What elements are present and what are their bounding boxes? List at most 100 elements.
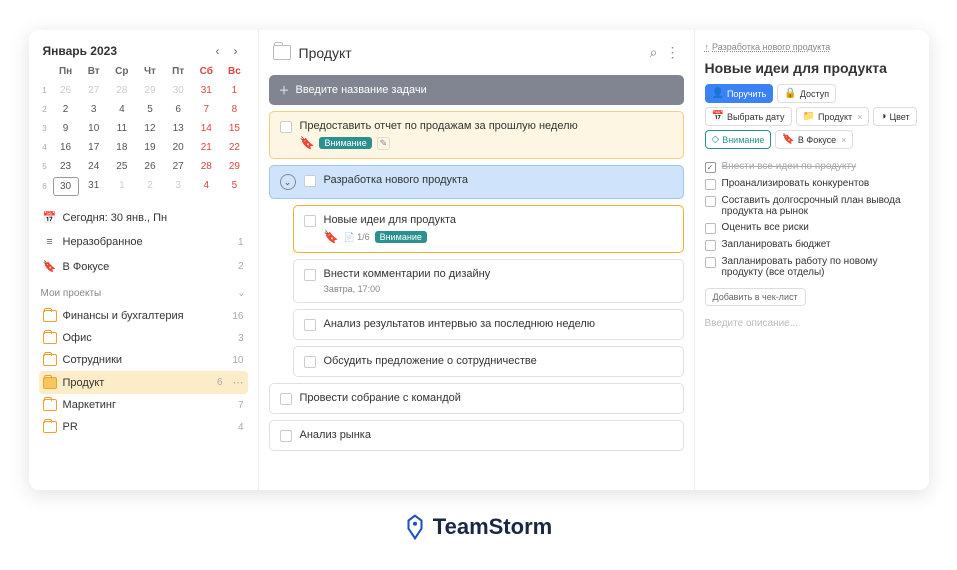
cal-day[interactable]: 31 — [193, 82, 219, 99]
action-button[interactable]: 📅 Выбрать дату — [705, 107, 792, 126]
cal-day[interactable]: 29 — [221, 158, 247, 175]
checklist-item[interactable]: Запланировать работу по новому продукту … — [705, 256, 919, 278]
checkbox[interactable] — [705, 240, 716, 251]
cal-day[interactable]: 28 — [193, 158, 219, 175]
expand-button[interactable]: ⌄ — [280, 174, 296, 190]
cal-day[interactable]: 29 — [137, 82, 163, 99]
cal-day[interactable]: 21 — [193, 139, 219, 156]
checkbox[interactable] — [705, 179, 716, 190]
side-link[interactable]: 📅 Сегодня: 30 янв., Пн — [41, 208, 246, 227]
cal-day[interactable]: 28 — [109, 82, 135, 99]
action-button[interactable]: 🔒 Доступ — [777, 84, 836, 103]
cal-day[interactable]: 26 — [53, 82, 79, 99]
checkbox[interactable] — [705, 257, 716, 268]
task-checkbox[interactable] — [280, 393, 292, 405]
task-card[interactable]: ⌄ Разработка нового продукта — [269, 165, 684, 199]
task-checkbox[interactable] — [304, 269, 316, 281]
search-icon[interactable]: ⌕ — [650, 44, 658, 61]
cal-day[interactable]: 3 — [165, 177, 191, 196]
project-item[interactable]: Офис 3 — [39, 327, 248, 349]
task-card[interactable]: Обсудить предложение о сотрудничестве — [293, 346, 684, 377]
task-card[interactable]: Анализ рынка — [269, 420, 684, 451]
cal-day[interactable]: 4 — [193, 177, 219, 196]
cal-day[interactable]: 27 — [165, 158, 191, 175]
action-button[interactable]: 👤 Поручить — [705, 84, 774, 103]
task-checkbox[interactable] — [280, 121, 292, 133]
cal-day[interactable]: 19 — [137, 139, 163, 156]
cal-day[interactable]: 16 — [53, 139, 79, 156]
project-item[interactable]: PR 4 — [39, 416, 248, 438]
cal-day[interactable]: 25 — [109, 158, 135, 175]
checklist-item[interactable]: ✓ Внести все идеи по продукту — [705, 161, 919, 173]
task-checkbox[interactable] — [304, 319, 316, 331]
cal-day[interactable]: 7 — [193, 101, 219, 118]
cal-day[interactable]: 20 — [165, 139, 191, 156]
cal-day[interactable]: 22 — [221, 139, 247, 156]
cal-prev[interactable]: ‹ — [210, 44, 226, 58]
cal-day[interactable]: 11 — [109, 120, 135, 137]
cal-day[interactable]: 1 — [109, 177, 135, 196]
cal-day[interactable]: 1 — [221, 82, 247, 99]
new-task-input[interactable]: ＋ Введите название задачи — [269, 75, 684, 105]
task-card[interactable]: Предоставить отчет по продажам за прошлу… — [269, 111, 684, 159]
action-button[interactable]: ◑ Цвет — [873, 107, 916, 126]
cal-day[interactable]: 5 — [221, 177, 247, 196]
action-button[interactable]: 📁 Продукт × — [796, 107, 870, 126]
cal-day[interactable]: 6 — [165, 101, 191, 118]
cal-day[interactable]: 24 — [81, 158, 107, 175]
task-card[interactable]: Внести комментарии по дизайну Завтра, 17… — [293, 259, 684, 303]
add-checklist-button[interactable]: Добавить в чек-лист — [705, 288, 806, 306]
cal-day[interactable]: 23 — [53, 158, 79, 175]
cal-day[interactable]: 10 — [81, 120, 107, 137]
more-icon[interactable]: ⋯ — [233, 376, 244, 389]
side-link[interactable]: 🔖 В Фокусе 2 — [41, 257, 246, 276]
cal-day[interactable]: 3 — [81, 101, 107, 118]
task-card[interactable]: Анализ результатов интервью за последнюю… — [293, 309, 684, 340]
cal-day[interactable]: 14 — [193, 120, 219, 137]
side-link[interactable]: ≡ Неразобранное 1 — [41, 233, 246, 251]
cal-day[interactable]: 8 — [221, 101, 247, 118]
cal-day[interactable]: 27 — [81, 82, 107, 99]
action-button[interactable]: 🔖 В Фокусе × — [775, 130, 853, 149]
cal-day[interactable]: 12 — [137, 120, 163, 137]
task-card[interactable]: Новые идеи для продукта 🔖📄 1/6Внимание — [293, 205, 684, 253]
edit-icon[interactable]: ✎ — [377, 137, 391, 150]
chevron-down-icon[interactable]: ⌄ — [237, 288, 245, 299]
cal-next[interactable]: › — [228, 44, 244, 58]
close-icon[interactable]: × — [841, 135, 846, 145]
cal-day[interactable]: 26 — [137, 158, 163, 175]
project-item[interactable]: Продукт 6 ⋯ — [39, 371, 248, 394]
action-button[interactable]: ◇ Внимание — [705, 130, 772, 149]
cal-day[interactable]: 17 — [81, 139, 107, 156]
checkbox[interactable]: ✓ — [705, 162, 716, 173]
task-checkbox[interactable] — [304, 356, 316, 368]
task-card[interactable]: Провести собрание с командой — [269, 383, 684, 414]
cal-day[interactable]: 5 — [137, 101, 163, 118]
cal-day[interactable]: 30 — [165, 82, 191, 99]
cal-day[interactable]: 15 — [221, 120, 247, 137]
checkbox[interactable] — [705, 196, 716, 207]
project-item[interactable]: Финансы и бухгалтерия 16 — [39, 305, 248, 327]
checklist-item[interactable]: Проанализировать конкурентов — [705, 178, 919, 190]
task-checkbox[interactable] — [304, 175, 316, 187]
cal-day[interactable]: 18 — [109, 139, 135, 156]
description-input[interactable]: Введите описание... — [705, 318, 919, 329]
task-checkbox[interactable] — [304, 215, 316, 227]
cal-day[interactable]: 9 — [53, 120, 79, 137]
cal-day[interactable]: 30 — [53, 177, 79, 196]
project-item[interactable]: Сотрудники 10 — [39, 349, 248, 371]
checklist-item[interactable]: Оценить все риски — [705, 222, 919, 234]
checklist-item[interactable]: Запланировать бюджет — [705, 239, 919, 251]
more-icon[interactable]: ⋮ — [666, 44, 680, 61]
close-icon[interactable]: × — [857, 112, 862, 122]
cal-day[interactable]: 4 — [109, 101, 135, 118]
cal-day[interactable]: 31 — [81, 177, 107, 196]
checkbox[interactable] — [705, 223, 716, 234]
cal-day[interactable]: 2 — [53, 101, 79, 118]
cal-day[interactable]: 2 — [137, 177, 163, 196]
project-item[interactable]: Маркетинг 7 — [39, 394, 248, 416]
task-checkbox[interactable] — [280, 430, 292, 442]
breadcrumb[interactable]: ↑ Разработка нового продукта — [705, 42, 919, 52]
cal-day[interactable]: 13 — [165, 120, 191, 137]
checklist-item[interactable]: Составить долгосрочный план вывода проду… — [705, 195, 919, 217]
